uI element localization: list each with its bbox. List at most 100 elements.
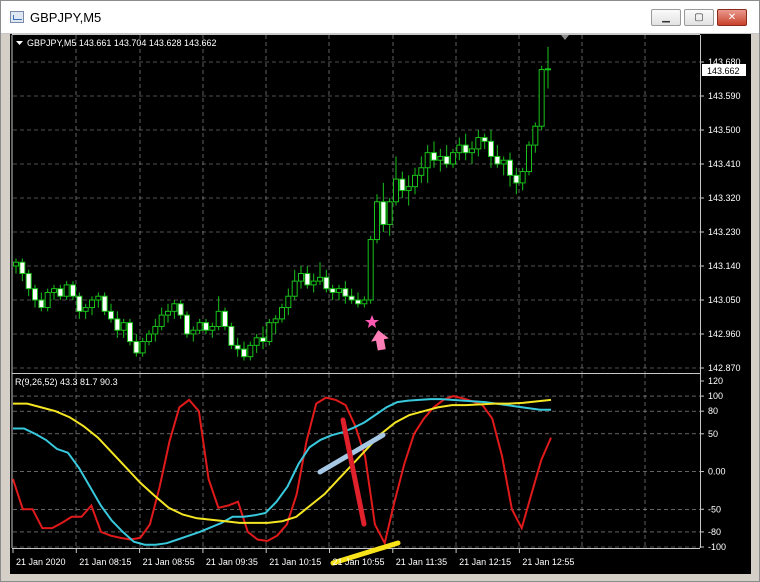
- candle-body-bear: [108, 310, 114, 320]
- candle-body-bear: [304, 273, 311, 286]
- candle: [177, 300, 184, 319]
- candle: [196, 318, 203, 334]
- candle-body-bull: [253, 337, 260, 346]
- candle-body-bear: [114, 318, 121, 331]
- candle: [348, 288, 355, 304]
- candle-body-bull: [146, 333, 152, 343]
- indicator-axis-label: -100: [708, 542, 726, 552]
- candle-body-bear: [488, 140, 494, 157]
- chart-shift-marker[interactable]: [561, 35, 569, 40]
- candle: [317, 262, 323, 285]
- candle-body-bear: [222, 310, 228, 327]
- indicator-lines: [12, 395, 552, 547]
- candle-body-bull: [190, 329, 197, 335]
- candle-body-bear: [380, 201, 387, 225]
- title-bar[interactable]: GBPJPY,M5 ▁ ▢ ✕: [1, 1, 759, 34]
- candle-body-bull: [272, 318, 279, 324]
- time-axis-label: 21 Jan 11:35: [396, 557, 447, 567]
- candle: [405, 175, 412, 206]
- candle-body-bear: [184, 314, 190, 335]
- time-axis-label: 21 Jan 10:15: [269, 557, 321, 567]
- candle-body-bull: [158, 314, 165, 327]
- candle: [272, 315, 279, 334]
- candle-body-bull: [266, 322, 273, 343]
- candle-body-bear: [329, 288, 336, 293]
- minimize-button[interactable]: ▁: [651, 9, 681, 26]
- candle: [70, 281, 76, 300]
- candle-body-bear: [507, 159, 513, 176]
- close-button[interactable]: ✕: [717, 9, 747, 26]
- candle-body-bear: [481, 137, 488, 142]
- candle-body-bull: [298, 273, 304, 282]
- candle-body-bear: [348, 295, 355, 301]
- candle-body-bull: [95, 295, 102, 301]
- candle-body-bull: [336, 288, 342, 293]
- candle: [412, 167, 418, 195]
- candle: [158, 307, 165, 331]
- minimize-icon: ▁: [662, 12, 670, 23]
- candle: [507, 152, 513, 187]
- grid: [13, 35, 700, 548]
- candle-body-bull: [152, 325, 159, 335]
- star-icon[interactable]: [365, 315, 379, 328]
- candle: [215, 296, 222, 331]
- candle: [152, 318, 159, 342]
- candle: [424, 145, 431, 183]
- candle-body-bull: [171, 303, 178, 312]
- candle: [418, 156, 425, 183]
- candle-body-bear: [513, 174, 520, 184]
- candle: [19, 258, 26, 282]
- candle: [260, 326, 266, 350]
- candle-body-bull: [209, 325, 216, 331]
- candle-body-bull: [120, 322, 127, 331]
- up-arrow-icon[interactable]: [369, 329, 390, 352]
- indicator-axis-label: -80: [708, 527, 721, 537]
- price-axis-label: 143.410: [708, 159, 741, 169]
- candle-body-bull: [279, 307, 285, 320]
- candle: [25, 269, 32, 297]
- chart-svg[interactable]: GBPJPY,M5 143.661 143.704 143.628 143.66…: [10, 34, 751, 574]
- price-header: GBPJPY,M5 143.661 143.704 143.628 143.66…: [27, 38, 217, 48]
- indicator-axis-label: -50: [708, 504, 721, 514]
- symbol-menu-icon[interactable]: [16, 41, 23, 45]
- indicator-axis-label: 100: [708, 391, 723, 401]
- candle-body-bear: [234, 344, 241, 350]
- candle-body-bull: [424, 152, 431, 169]
- candle-body-bear: [127, 322, 133, 343]
- candle: [329, 284, 336, 300]
- candle: [443, 145, 450, 168]
- candle-body-bull: [310, 280, 317, 286]
- candle-body-bear: [462, 144, 469, 154]
- time-axis-label: 21 Jan 08:55: [143, 557, 195, 567]
- candle-body-bull: [374, 201, 380, 241]
- candle: [279, 303, 285, 323]
- candle: [399, 171, 406, 198]
- candle: [532, 122, 539, 153]
- chart-window-icon: [10, 11, 24, 23]
- candle-body-bull: [393, 178, 399, 203]
- price-axis-label: 143.050: [708, 295, 741, 305]
- chart-canvas[interactable]: GBPJPY,M5 143.661 143.704 143.628 143.66…: [10, 34, 751, 574]
- candle: [380, 182, 387, 232]
- candle: [222, 307, 228, 331]
- axis-labels: 143.680143.590143.500143.410143.320143.2…: [12, 57, 741, 567]
- indicator-axis-label: 0.00: [708, 467, 726, 477]
- candle-body-bear: [19, 261, 26, 275]
- candle-body-bull: [437, 155, 444, 161]
- candle: [190, 326, 197, 342]
- candle: [367, 235, 374, 304]
- maximize-button[interactable]: ▢: [684, 9, 714, 26]
- candle: [456, 137, 463, 161]
- candle-body-bull: [63, 284, 70, 297]
- candle-body-bear: [241, 348, 247, 358]
- candle-body-bull: [13, 261, 19, 267]
- candle: [361, 296, 368, 308]
- indicator-axis-label: 120: [708, 376, 723, 386]
- candle: [76, 292, 83, 319]
- candle-body-bear: [355, 299, 361, 305]
- candle-body-bear: [399, 178, 406, 191]
- candle: [209, 322, 216, 338]
- price-axis-label: 143.140: [708, 261, 741, 271]
- candle: [184, 311, 190, 338]
- candle-body-bull: [526, 144, 532, 173]
